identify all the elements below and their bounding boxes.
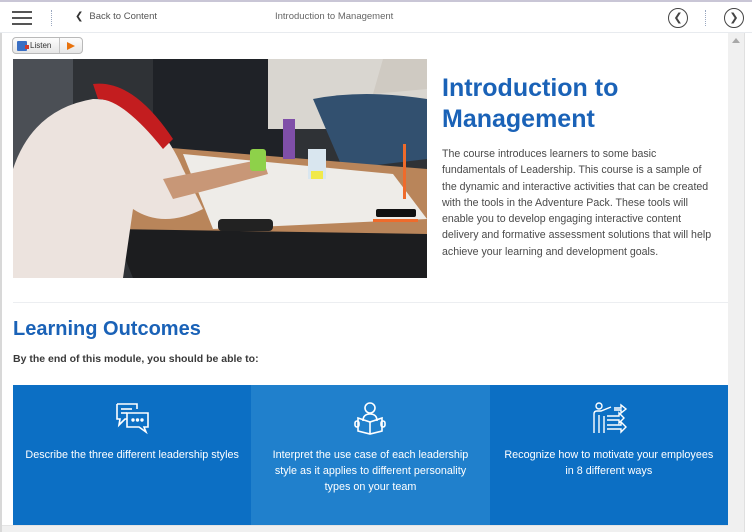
- hero-title: Introduction to Management: [442, 74, 619, 133]
- hero-image: [13, 59, 427, 278]
- separator: [705, 10, 706, 26]
- hero-photo: [13, 59, 427, 278]
- previous-page-button[interactable]: ❮: [668, 8, 688, 28]
- presenter-arrows-icon: [593, 402, 627, 434]
- learning-outcomes-subtitle: By the end of this module, you should be…: [13, 353, 259, 365]
- outcome-text: Describe the three different leadership …: [25, 449, 239, 461]
- listen-label: Listen: [30, 38, 61, 53]
- back-to-content-link[interactable]: ❮ Back to Content: [75, 11, 157, 22]
- left-border: [0, 33, 2, 532]
- outcome-card-1[interactable]: Describe the three different leadership …: [13, 385, 252, 525]
- next-page-button[interactable]: ❯: [724, 8, 744, 28]
- outcome-card-2[interactable]: Interpret the use case of each leadershi…: [251, 385, 490, 525]
- speaker-icon: [17, 40, 29, 51]
- hero-description: The course introduces learners to some b…: [442, 148, 712, 258]
- separator: [51, 10, 52, 26]
- learning-outcomes-title: Learning Outcomes: [13, 318, 201, 340]
- content-area: Listen Introduction to Management The co…: [0, 33, 728, 532]
- outcome-text: Recognize how to motivate your employees…: [504, 449, 714, 477]
- chevron-left-circle-icon: ❮: [673, 11, 683, 24]
- person-reading-icon: [354, 402, 387, 435]
- chevron-right-circle-icon: ❯: [729, 11, 739, 24]
- window-right-edge: [744, 33, 752, 532]
- section-divider: [13, 302, 728, 303]
- hamburger-menu-icon[interactable]: [12, 11, 32, 25]
- page-title: Introduction to Management: [275, 11, 394, 22]
- back-to-content-label: Back to Content: [89, 11, 157, 22]
- outcome-card-3[interactable]: Recognize how to motivate your employees…: [489, 385, 728, 525]
- listen-button[interactable]: Listen: [12, 37, 84, 54]
- top-bar: ❮ Back to Content Introduction to Manage…: [0, 2, 752, 33]
- vertical-scrollbar[interactable]: [728, 33, 744, 532]
- content-bottom-edge: [0, 525, 728, 532]
- play-icon[interactable]: [67, 41, 76, 50]
- outcome-text: Interpret the use case of each leadershi…: [272, 449, 469, 493]
- chevron-left-icon: ❮: [75, 11, 84, 22]
- chat-bubbles-icon: [116, 403, 149, 435]
- learning-outcome-cards: Describe the three different leadership …: [13, 385, 728, 525]
- scroll-up-arrow-icon[interactable]: [732, 38, 740, 43]
